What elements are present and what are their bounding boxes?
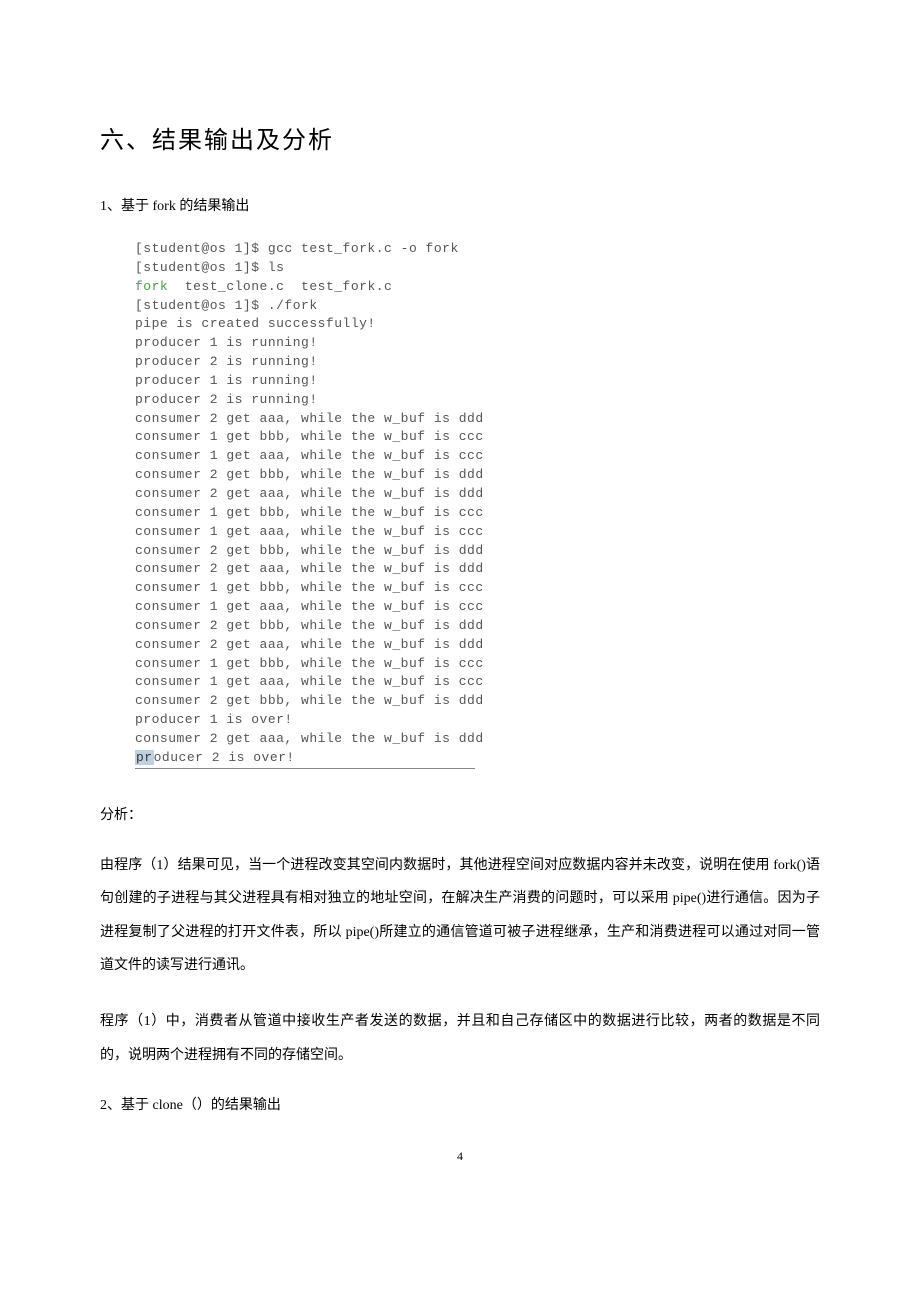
terminal-fork-green: fork	[135, 279, 168, 294]
terminal-line: consumer 2 get aaa, while the w_buf is d…	[135, 731, 484, 746]
terminal-line: consumer 1 get bbb, while the w_buf is c…	[135, 656, 484, 671]
terminal-line: consumer 2 get aaa, while the w_buf is d…	[135, 411, 484, 426]
terminal-line: consumer 2 get bbb, while the w_buf is d…	[135, 618, 484, 633]
terminal-line: [student@os 1]$ ./fork	[135, 298, 318, 313]
terminal-output: [student@os 1]$ gcc test_fork.c -o fork …	[135, 240, 820, 769]
analysis-label: 分析：	[100, 804, 820, 824]
terminal-line: producer 1 is running!	[135, 335, 318, 350]
terminal-line: consumer 2 get bbb, while the w_buf is d…	[135, 543, 484, 558]
terminal-line-rest: oducer 2 is over!	[154, 750, 295, 765]
terminal-line: producer 1 is running!	[135, 373, 318, 388]
terminal-line: consumer 1 get bbb, while the w_buf is c…	[135, 429, 484, 444]
terminal-line: consumer 2 get aaa, while the w_buf is d…	[135, 561, 484, 576]
terminal-line: consumer 1 get aaa, while the w_buf is c…	[135, 448, 484, 463]
terminal-line: pipe is created successfully!	[135, 316, 376, 331]
terminal-line: consumer 2 get bbb, while the w_buf is d…	[135, 693, 484, 708]
sub-heading-fork: 1、基于 fork 的结果输出	[100, 195, 820, 215]
paragraph-1: 由程序（1）结果可见，当一个进程改变其空间内数据时，其他进程空间对应数据内容并未…	[100, 849, 820, 983]
terminal-line: consumer 1 get aaa, while the w_buf is c…	[135, 599, 484, 614]
terminal-line: producer 2 is running!	[135, 392, 318, 407]
terminal-line: [student@os 1]$ gcc test_fork.c -o fork	[135, 241, 459, 256]
document-page: 六、结果输出及分析 1、基于 fork 的结果输出 [student@os 1]…	[0, 0, 920, 1224]
terminal-line: [student@os 1]$ ls	[135, 260, 284, 275]
page-number: 4	[100, 1149, 820, 1164]
paragraph-2: 程序（1）中，消费者从管道中接收生产者发送的数据，并且和自己存储区中的数据进行比…	[100, 1005, 820, 1072]
terminal-line: consumer 1 get bbb, while the w_buf is c…	[135, 580, 484, 595]
terminal-line: consumer 1 get aaa, while the w_buf is c…	[135, 674, 484, 689]
section-title: 六、结果输出及分析	[100, 120, 820, 155]
terminal-line: producer 2 is running!	[135, 354, 318, 369]
terminal-line: producer 1 is over!	[135, 712, 293, 727]
terminal-line: consumer 1 get aaa, while the w_buf is c…	[135, 524, 484, 539]
terminal-line: consumer 1 get bbb, while the w_buf is c…	[135, 505, 484, 520]
terminal-line: test_clone.c test_fork.c	[168, 279, 392, 294]
terminal-last-line: producer 2 is over!	[135, 749, 475, 769]
terminal-line: consumer 2 get bbb, while the w_buf is d…	[135, 467, 484, 482]
terminal-line: consumer 2 get aaa, while the w_buf is d…	[135, 637, 484, 652]
terminal-selection: pr	[135, 750, 154, 765]
terminal-line: consumer 2 get aaa, while the w_buf is d…	[135, 486, 484, 501]
sub-heading-clone: 2、基于 clone（）的结果输出	[100, 1094, 820, 1114]
